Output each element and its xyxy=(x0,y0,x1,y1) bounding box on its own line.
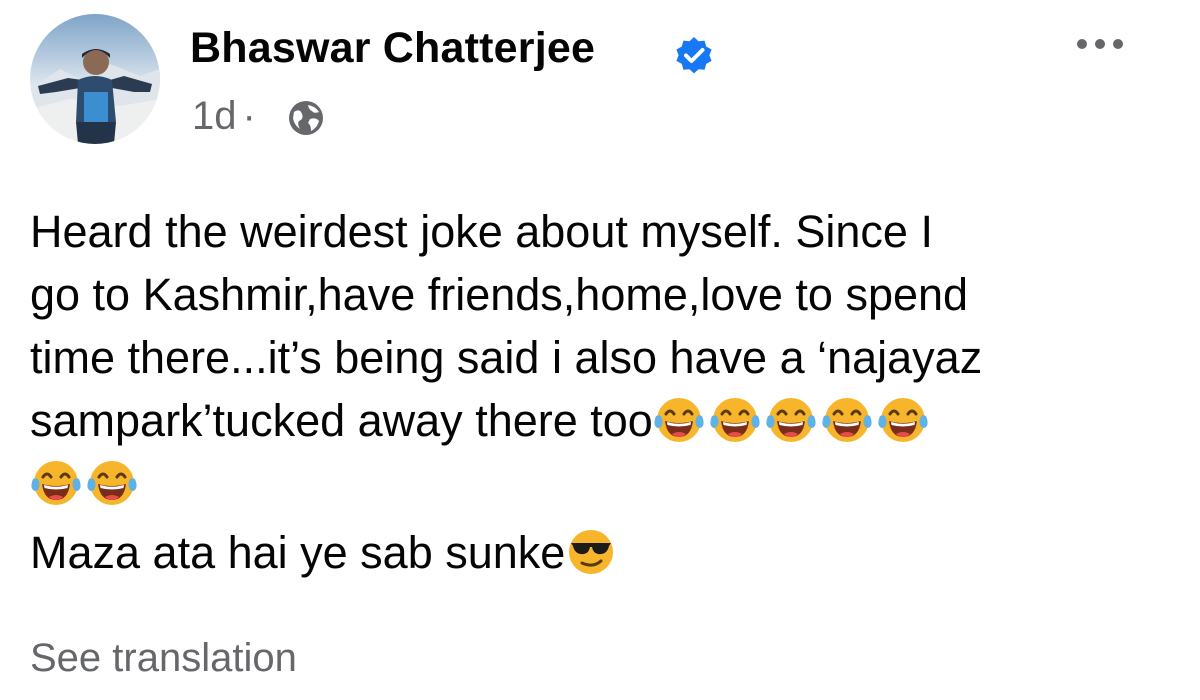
verified-badge-icon xyxy=(676,37,712,74)
see-translation-link[interactable]: See translation xyxy=(30,636,297,681)
emoji-group xyxy=(653,395,933,446)
post-text-line-with-emojis: sampark’tucked away there too xyxy=(30,389,1170,452)
face-with-tears-of-joy-emoji xyxy=(822,398,872,442)
face-with-tears-of-joy-emoji xyxy=(31,461,81,505)
emoji-group xyxy=(30,452,1170,515)
face-with-tears-of-joy-emoji xyxy=(766,398,816,442)
post-text-line: go to Kashmir,have friends,home,love to … xyxy=(30,269,969,320)
more-dot xyxy=(1095,39,1105,49)
post-meta: 1d · xyxy=(192,94,262,139)
face-with-tears-of-joy-emoji xyxy=(878,398,928,442)
emoji-group xyxy=(565,527,621,578)
globe-icon[interactable] xyxy=(288,100,324,136)
more-options-icon[interactable] xyxy=(1070,24,1130,64)
post-text-line: sampark’tucked away there too xyxy=(30,395,653,446)
smiling-face-with-sunglasses-emoji xyxy=(569,530,614,574)
post-text-line-with-emojis: Maza ata hai ye sab sunke xyxy=(30,521,1170,584)
post-header: Bhaswar Chatterjee 1d · xyxy=(30,14,1170,154)
post-body: Heard the weirdest joke about myself. Si… xyxy=(30,200,1170,584)
avatar-image xyxy=(30,49,160,144)
post-text-line: time there...it’s being said i also have… xyxy=(30,332,983,383)
author-avatar[interactable] xyxy=(30,14,160,144)
post-text-line: Heard the weirdest joke about myself. Si… xyxy=(30,206,933,257)
post-timestamp[interactable]: 1d xyxy=(192,94,237,138)
post-second-paragraph: Maza ata hai ye sab sunke xyxy=(30,527,566,578)
more-dot xyxy=(1077,39,1087,49)
face-with-tears-of-joy-emoji xyxy=(654,398,704,442)
author-name[interactable]: Bhaswar Chatterjee xyxy=(190,24,595,73)
meta-separator: · xyxy=(242,94,256,138)
more-dot xyxy=(1113,39,1123,49)
face-with-tears-of-joy-emoji xyxy=(87,461,137,505)
face-with-tears-of-joy-emoji xyxy=(710,398,760,442)
